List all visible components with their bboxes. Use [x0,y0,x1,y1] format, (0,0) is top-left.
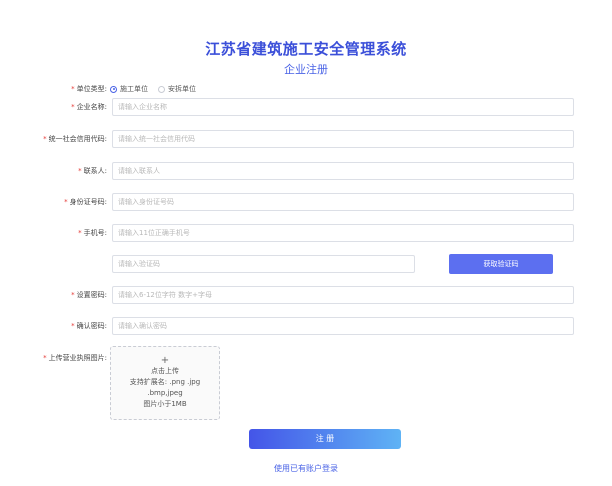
license-row: * 上传营业执照图片: [0,349,612,367]
radio-construction-unit[interactable]: 施工单位 [110,84,148,94]
unit-type-row: * 单位类型: 施工单位 安拆单位 [0,80,612,98]
license-label: * 上传营业执照图片: [43,354,107,362]
credit-code-input[interactable]: 请输入统一社会信用代码 [112,130,574,148]
phone-label: * 手机号: [78,229,107,237]
required-mark: * [71,85,75,93]
get-verify-code-button[interactable]: 获取验证码 [449,254,553,274]
credit-code-row: * 统一社会信用代码: 请输入统一社会信用代码 [0,130,612,148]
credit-code-label: * 统一社会信用代码: [43,135,107,143]
plus-icon: + [160,355,170,366]
radio-label: 安拆单位 [168,85,196,93]
company-name-label: * 企业名称: [71,103,107,111]
id-number-row: * 身份证号码: 请输入身份证号码 [0,193,612,211]
password-row: * 设置密码: 请输入6-12位字符 数字+字母 [0,286,612,304]
id-number-label: * 身份证号码: [64,198,107,206]
password-input[interactable]: 请输入6-12位字符 数字+字母 [112,286,574,304]
password-label: * 设置密码: [71,291,107,299]
radio-label: 施工单位 [120,85,148,93]
id-number-input[interactable]: 请输入身份证号码 [112,193,574,211]
confirm-password-input[interactable]: 请输入确认密码 [112,317,574,335]
phone-input[interactable]: 请输入11位正确手机号 [112,224,574,242]
upload-hint-click: 点击上传 [151,367,179,375]
login-link[interactable]: 使用已有账户登录 [0,463,612,474]
contact-row: * 联系人: 请输入联系人 [0,162,612,180]
company-name-input[interactable]: 请输入企业名称 [112,98,574,116]
radio-checked-icon [110,85,117,93]
radio-unchecked-icon [158,85,165,93]
verify-code-input[interactable]: 请输入验证码 [112,255,415,273]
contact-label: * 联系人: [78,167,107,175]
upload-hint-size: 图片小于1MB [143,400,187,408]
upload-hint-ext2: .bmp,jpeg [147,389,183,397]
contact-input[interactable]: 请输入联系人 [112,162,574,180]
page-subtitle: 企业注册 [284,63,328,76]
confirm-password-row: * 确认密码: 请输入确认密码 [0,317,612,335]
upload-hint-ext: 支持扩展名: .png .jpg [129,378,201,386]
register-button[interactable]: 注 册 [249,429,401,449]
license-upload-area[interactable]: + 点击上传 支持扩展名: .png .jpg .bmp,jpeg 图片小于1M… [110,346,220,420]
confirm-password-label: * 确认密码: [71,322,107,330]
page-title: 江苏省建筑施工安全管理系统 [205,40,407,58]
radio-dismantle-unit[interactable]: 安拆单位 [158,84,196,94]
unit-type-label: * 单位类型: [71,85,107,93]
unit-type-radio-group: 施工单位 安拆单位 [110,80,206,98]
company-name-row: * 企业名称: 请输入企业名称 [0,98,612,116]
phone-row: * 手机号: 请输入11位正确手机号 [0,224,612,242]
